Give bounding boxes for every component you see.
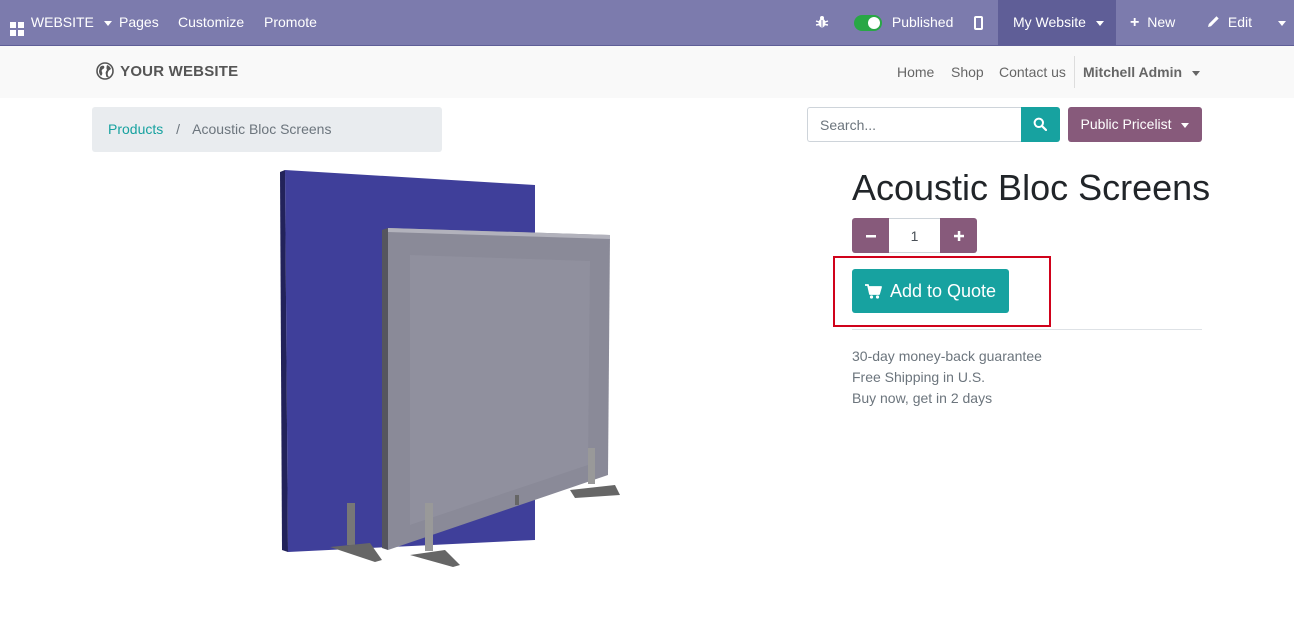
site-logo[interactable]: YOUR WEBSITE [96, 62, 238, 80]
caret-down-icon [1181, 122, 1190, 128]
edit-dropdown-toggle[interactable] [1272, 0, 1286, 45]
terms-line: Free Shipping in U.S. [852, 369, 986, 385]
mobile-preview-button[interactable] [974, 0, 983, 45]
add-to-quote-button[interactable]: Add to Quote [852, 269, 1009, 313]
apps-icon [10, 22, 24, 36]
product-image [280, 170, 620, 567]
new-label: New [1147, 14, 1176, 30]
pencil-icon [1208, 16, 1219, 27]
add-to-quote-label: Add to Quote [889, 281, 997, 301]
edit-button[interactable]: Edit [1207, 0, 1252, 45]
caret-down-icon [1095, 20, 1104, 26]
quantity-decrease-button[interactable] [852, 218, 889, 253]
website-menu[interactable]: WEBSITE [10, 0, 112, 45]
plus-icon [953, 231, 964, 241]
toggle-icon [854, 15, 882, 32]
search-input[interactable] [807, 107, 1022, 142]
cart-icon [864, 284, 882, 299]
nav-divider [1074, 56, 1075, 88]
bug-icon [815, 16, 829, 28]
search-button[interactable] [1021, 107, 1060, 142]
logo-text: YOUR WEBSITE [120, 63, 239, 80]
pricelist-dropdown[interactable]: Public Pricelist [1068, 107, 1202, 142]
product-title: Acoustic Bloc Screens [852, 167, 1211, 208]
quantity-input[interactable] [889, 218, 940, 253]
nav-home[interactable]: Home [897, 46, 934, 99]
breadcrumb: Products / Acoustic Bloc Screens [92, 107, 442, 152]
breadcrumb-separator: / [176, 121, 181, 137]
nav-contact-us[interactable]: Contact us [999, 46, 1066, 99]
caret-down-icon [103, 20, 112, 26]
section-divider [852, 329, 1202, 330]
publish-toggle[interactable]: Published [854, 0, 953, 45]
caret-down-icon [1191, 70, 1200, 76]
mobile-icon [974, 16, 983, 31]
promote-menu[interactable]: Promote [264, 0, 317, 45]
globe-icon [96, 62, 114, 80]
debug-button[interactable] [815, 0, 829, 45]
quantity-increase-button[interactable] [940, 218, 977, 253]
my-website-label: My Website [1013, 14, 1086, 30]
terms-line: Buy now, get in 2 days [852, 390, 993, 406]
nav-shop[interactable]: Shop [951, 46, 984, 99]
edit-label: Edit [1227, 14, 1253, 30]
customize-menu[interactable]: Customize [178, 0, 244, 45]
site-header: YOUR WEBSITE Home Shop Contact us Mitche… [0, 45, 1294, 98]
new-button[interactable]: + New [1130, 0, 1175, 45]
plus-icon: + [1130, 14, 1140, 31]
website-admin-bar: WEBSITE Pages Customize Promote Publishe… [0, 0, 1294, 45]
user-menu[interactable]: Mitchell Admin [1083, 46, 1200, 99]
my-website-menu[interactable]: My Website [998, 0, 1116, 45]
breadcrumb-current: Acoustic Bloc Screens [192, 121, 332, 137]
user-name: Mitchell Admin [1083, 64, 1183, 80]
breadcrumb-products-link[interactable]: Products [108, 121, 163, 137]
published-label: Published [891, 14, 954, 30]
minus-icon [865, 235, 876, 238]
terms-line: 30-day money-back guarantee [852, 348, 1042, 364]
search-icon [1033, 117, 1047, 131]
pages-menu[interactable]: Pages [119, 0, 159, 45]
caret-down-icon [1278, 20, 1286, 26]
product-terms: 30-day money-back guarantee Free Shippin… [852, 346, 1042, 409]
pricelist-label: Public Pricelist [1080, 116, 1172, 132]
website-menu-label: WEBSITE [30, 14, 94, 30]
